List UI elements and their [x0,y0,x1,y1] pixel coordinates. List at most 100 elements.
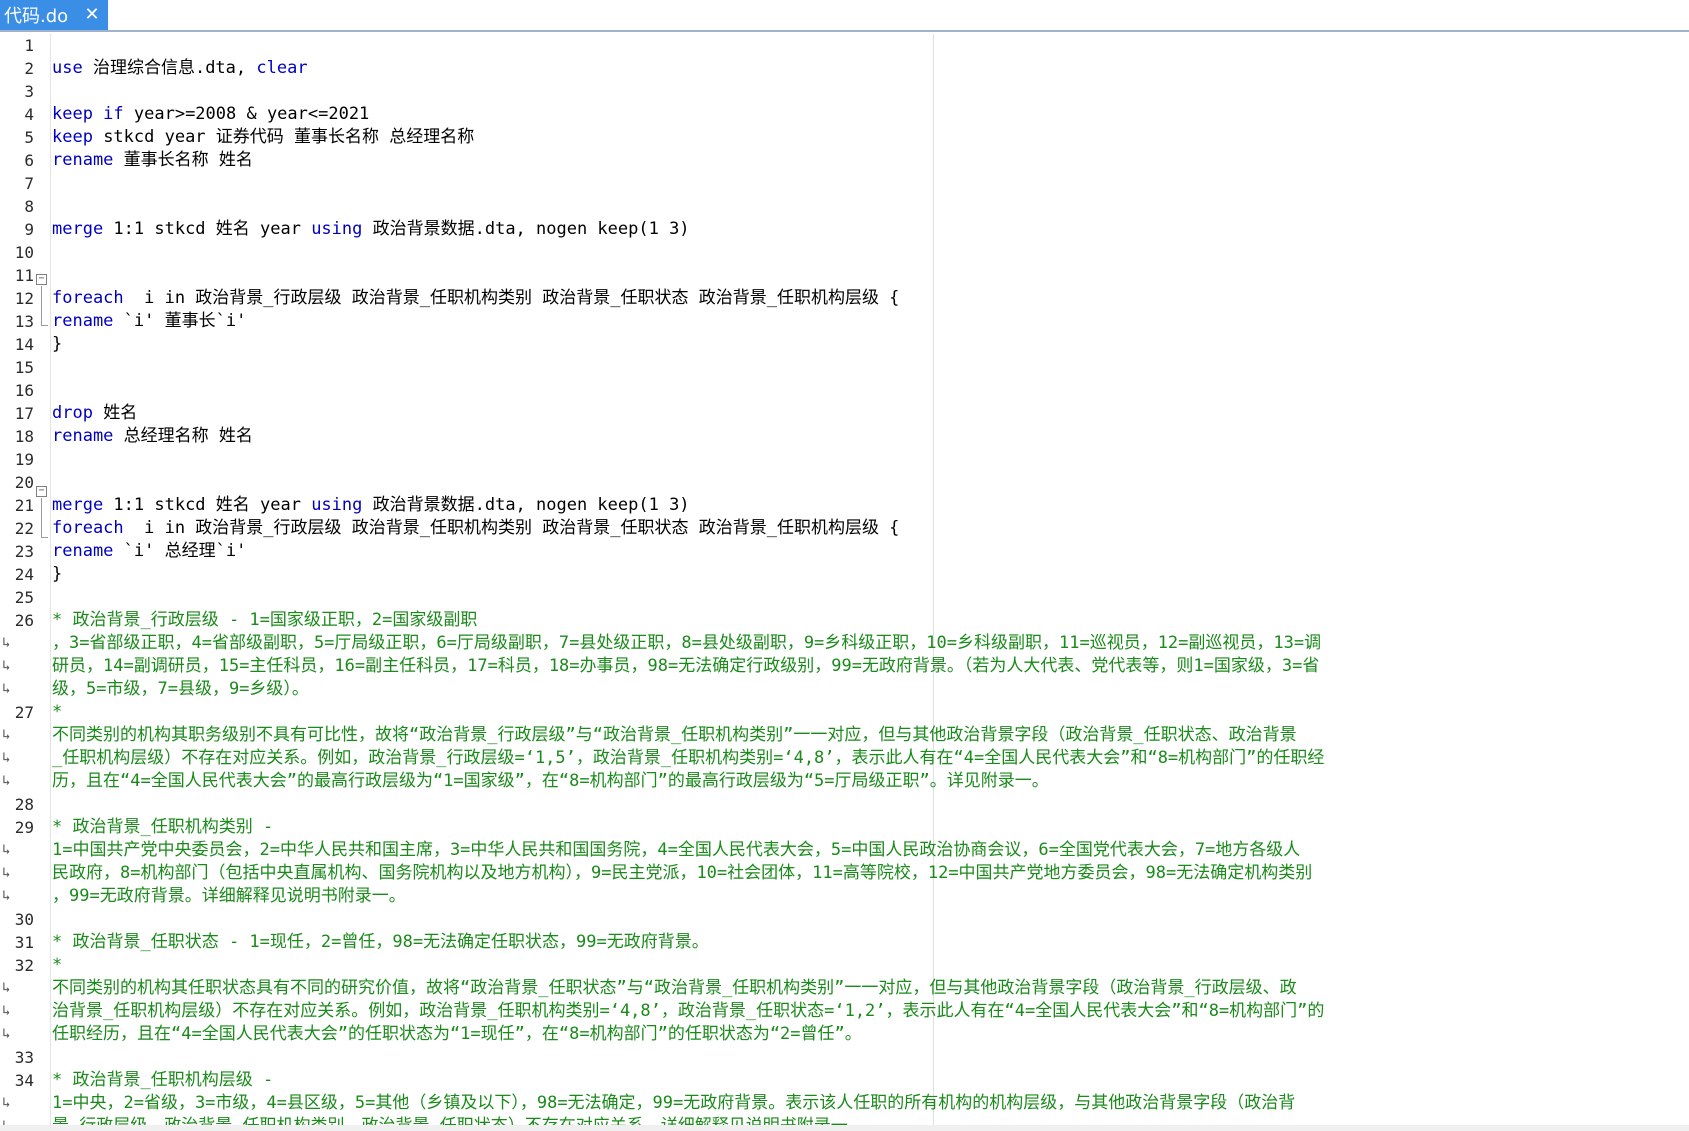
keyword: merge [52,495,104,515]
code-line: 级，5=市级，7=县级，9=乡级）。 [52,678,1652,701]
comment: 1=中国共产党中央委员会，2=中华人民共和国主席，3=中华人民共和国国务院，4=… [52,840,1301,860]
file-tab[interactable]: 代码.do ✕ [0,0,108,30]
code-line: 1=中央，2=省级，3=市级，4=县区级，5=其他（乡镇及以下），98=无法确定… [52,1092,1652,1115]
code-text: 政治背景数据.dta, nogen keep(1 3) [362,495,690,515]
fold-line [41,498,42,537]
code-text: i in 政治背景_行政层级 政治背景_任职机构类别 政治背景_任职状态 政治背… [123,518,900,538]
comment: * 政治背景_任职状态 - 1=现任，2=曾任，98=无法确定任职状态，99=无… [52,932,709,952]
wrap-indicator-icon: ↳ [2,980,11,996]
code-text: `i' 总经理`i' [113,541,247,561]
line-number: 11 [14,266,34,285]
code-area[interactable]: use 治理综合信息.dta, clear keep if year>=2008… [52,34,1652,1131]
line-number: 34 [14,1071,34,1090]
code-line: 不同类别的机构其职务级别不具有可比性，故将“政治背景_行政层级”与“政治背景_任… [52,724,1652,747]
line-number: 17 [14,404,34,423]
code-editor[interactable]: 1 2 3 4 5 6 7 8 9 10 11 12 13 14 15 16 17 18 19 20 21 22 23 24 2… [0,34,1689,1131]
code-line: 历，且在“4=全国人民代表大会”的最高行政层级为“1=国家级”，在“8=机构部门… [52,770,1652,793]
keyword: using [311,495,363,515]
line-number: 30 [14,910,34,929]
comment: 治背景_任职机构层级）不存在对应关系。例如，政治背景_任职机构类别=‘4,8’，… [52,1001,1325,1021]
code-line: ，3=省部级正职，4=省部级副职，5=厅局级正职，6=厅局级副职，7=县处级正职… [52,632,1652,655]
keyword: foreach [52,288,124,308]
wrap-indicator-icon: ↳ [2,1095,11,1111]
wrap-indicator-icon: ↳ [2,842,11,858]
line-number: 29 [14,818,34,837]
line-number: 24 [14,565,34,584]
code-text: `i' 董事长`i' [113,311,247,331]
line-number: 20 [14,473,34,492]
wrap-indicator-icon: ↳ [2,1026,11,1042]
code-line: * 政治背景_行政层级 - 1=国家级正职，2=国家级副职 [52,609,1652,632]
line-number: 15 [14,358,34,377]
keyword: use [52,58,83,78]
code-text: 董事长名称 姓名 [113,150,253,170]
code-line: merge 1:1 stkcd 姓名 year using 政治背景数据.dta… [52,218,1652,241]
code-line: 任职经历，且在“4=全国人民代表大会”的任职状态为“1=现任”，在“8=机构部门… [52,1023,1652,1046]
line-number: 33 [14,1048,34,1067]
code-text: } [52,564,63,584]
code-line: 研员，14=副调研员，15=主任科员，16=副主任科员，17=科员，18=办事员… [52,655,1652,678]
wrap-indicator-icon: ↳ [2,635,11,651]
horizontal-scrollbar[interactable] [0,1125,1689,1131]
fold-toggle-icon[interactable]: − [36,274,47,285]
code-line: drop 姓名 [52,402,1652,425]
wrap-indicator-icon: ↳ [2,681,11,697]
keyword: rename [52,311,114,331]
code-line: } [52,333,1652,356]
fold-end [41,325,48,326]
wrap-indicator-icon: ↳ [2,773,11,789]
code-line: ，99=无政府背景。详细解释见说明书附录一。 [52,885,1652,908]
wrap-indicator-icon: ↳ [2,727,11,743]
code-line: * 政治背景_任职机构层级 - [52,1069,1652,1092]
comment: * [52,955,63,975]
comment: _任职机构层级）不存在对应关系。例如，政治背景_行政层级=‘1,5’，政治背景_… [52,748,1325,768]
line-number: 3 [24,82,34,101]
code-line: 不同类别的机构其任职状态具有不同的研究价值，故将“政治背景_任职状态”与“政治背… [52,977,1652,1000]
line-number: 13 [14,312,34,331]
wrap-indicator-icon: ↳ [2,888,11,904]
code-line: rename 总经理名称 姓名 [52,425,1652,448]
code-line: 治背景_任职机构层级）不存在对应关系。例如，政治背景_任职机构类别=‘4,8’，… [52,1000,1652,1023]
fold-toggle-icon[interactable]: − [36,486,47,497]
code-text: 政治背景数据.dta, nogen keep(1 3) [362,219,690,239]
code-line: use 治理综合信息.dta, clear [52,57,1652,80]
wrap-indicator-icon: ↳ [2,1003,11,1019]
line-number: 8 [24,197,34,216]
comment: 不同类别的机构其职务级别不具有可比性，故将“政治背景_行政层级”与“政治背景_任… [52,725,1297,745]
file-tab-title[interactable]: 代码.do [4,2,68,28]
wrap-indicator-icon: ↳ [2,750,11,766]
line-number: 25 [14,588,34,607]
comment: 任职经历，且在“4=全国人民代表大会”的任职状态为“1=现任”，在“8=机构部门… [52,1024,862,1044]
code-line: merge 1:1 stkcd 姓名 year using 政治背景数据.dta… [52,494,1652,517]
code-line: foreach i in 政治背景_行政层级 政治背景_任职机构类别 政治背景_… [52,287,1652,310]
line-number: 19 [14,450,34,469]
keyword: merge [52,219,104,239]
line-number: 23 [14,542,34,561]
keyword: rename [52,150,114,170]
line-number: 22 [14,519,34,538]
line-number: 4 [24,105,34,124]
line-number: 10 [14,243,34,262]
code-text: 治理综合信息.dta, [82,58,257,78]
keyword: using [311,219,363,239]
comment: * 政治背景_行政层级 - 1=国家级正职，2=国家级副职 [52,610,478,630]
line-number: 26 [14,611,34,630]
line-number: 7 [24,174,34,193]
line-numbers: 1 2 3 4 5 6 7 8 9 10 11 12 13 14 15 16 17 18 19 20 21 22 23 24 2… [0,34,34,1131]
code-line: * 政治背景_任职机构类别 - [52,816,1652,839]
comment: 1=中央，2=省级，3=市级，4=县区级，5=其他（乡镇及以下），98=无法确定… [52,1093,1296,1113]
code-text: 1:1 stkcd 姓名 year [103,495,312,515]
code-text: stkcd year 证券代码 董事长名称 总经理名称 [92,127,475,147]
close-icon[interactable]: ✕ [82,4,102,26]
line-number: 31 [14,933,34,952]
line-number: 6 [24,151,34,170]
